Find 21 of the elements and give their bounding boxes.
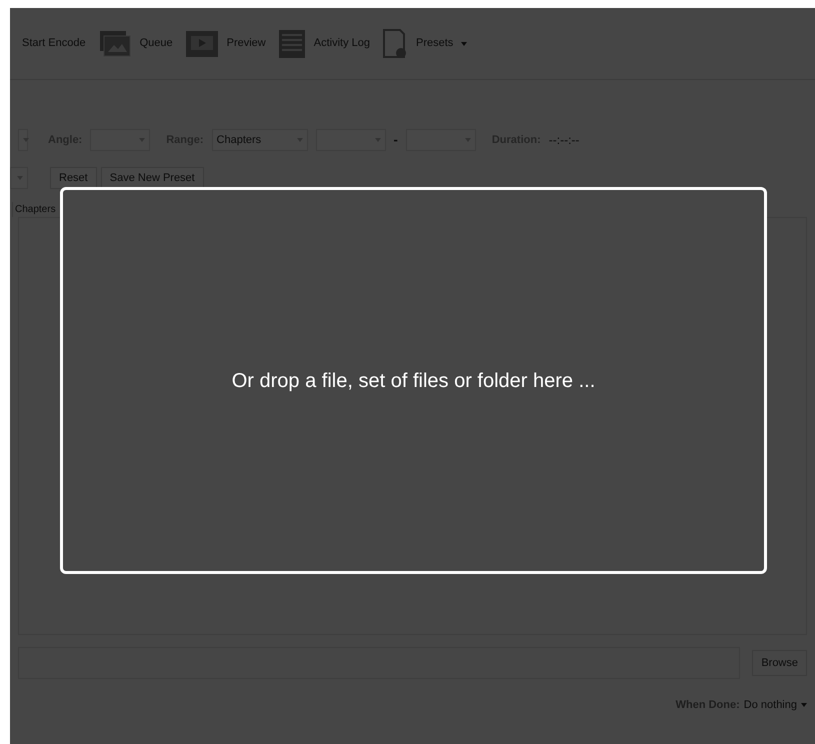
log-icon	[278, 28, 306, 58]
drop-zone-dialog[interactable]: Or drop a file, set of files or folder here ...	[60, 187, 767, 574]
toolbar-button[interactable]: Queue	[140, 35, 173, 52]
document-icon	[382, 28, 408, 58]
drop-message: Or drop a file, set of files or folder here ...	[232, 368, 596, 394]
duration-value: --:--:--	[548, 132, 580, 149]
dropdown[interactable]: Chapters	[212, 129, 308, 151]
caret-icon	[801, 703, 807, 708]
film-icon	[184, 30, 219, 58]
toolbar-button[interactable]: Start Encode	[22, 35, 86, 52]
photos-icon	[98, 28, 132, 58]
range-separator: -	[394, 131, 398, 150]
dropdown[interactable]	[10, 167, 28, 189]
toolbar-button[interactable]: Preview	[226, 35, 266, 52]
browse-button[interactable]: Browse	[752, 650, 807, 676]
toolbar-button[interactable]: Activity Log	[314, 35, 370, 52]
tab[interactable]: Chapters	[12, 202, 58, 217]
when-done-dropdown[interactable]: Do nothing	[744, 697, 807, 714]
toolbar-button[interactable]: Presets	[416, 35, 468, 52]
preset-button[interactable]: Reset	[50, 167, 97, 189]
preset-button[interactable]: Save New Preset	[100, 167, 204, 189]
